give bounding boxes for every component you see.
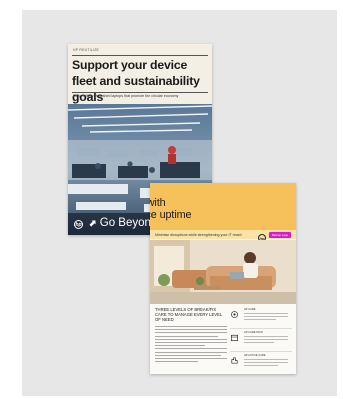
feature-text-line	[244, 362, 288, 363]
hp-logo: hp	[74, 220, 83, 229]
feature-text-line	[244, 336, 288, 337]
feature-hp-care: HP CARE	[230, 307, 292, 326]
feature-text-line	[244, 316, 288, 317]
home-office-photo	[150, 240, 296, 304]
brochure-subtitle: HP certified refurbished laptops that pr…	[73, 94, 179, 98]
feature-label: HP ACTIVE CARE	[244, 354, 266, 357]
feature-text-line	[244, 319, 276, 320]
feature-text-line	[244, 359, 288, 360]
box-icon	[230, 334, 239, 342]
divider	[230, 328, 292, 329]
brochure-title: nd with evice uptime	[150, 197, 192, 221]
tagline-text: Go Beyond	[99, 217, 158, 229]
divider	[230, 351, 292, 352]
feature-hp-care-pack: HP CARE PACK	[230, 330, 292, 349]
body-text	[155, 326, 227, 364]
hand-icon	[231, 357, 238, 364]
divider	[72, 55, 208, 56]
feature-text-line	[244, 342, 274, 343]
divider	[72, 92, 208, 93]
feature-label: HP CARE	[244, 308, 256, 311]
feature-text-line	[244, 365, 278, 366]
feature-text-line	[244, 339, 288, 340]
gear-icon	[231, 311, 238, 318]
section-heading: THREE LEVELS OF BREAK/FIX CARE TO MANAGE…	[155, 307, 223, 322]
feature-hp-active-care: HP ACTIVE CARE	[230, 353, 292, 372]
feature-label: HP CARE PACK	[244, 331, 264, 334]
brochure-uptime[interactable]: nd with evice uptime hp Minimise disrupt…	[150, 183, 296, 374]
brochure-subtitle: Minimise disruptions while strengthening…	[155, 233, 242, 237]
partner-logo-pill: Partner Logo	[269, 232, 291, 238]
brochure-kicker: HP REUTILIZE	[73, 48, 100, 52]
feature-text-line	[244, 313, 288, 314]
